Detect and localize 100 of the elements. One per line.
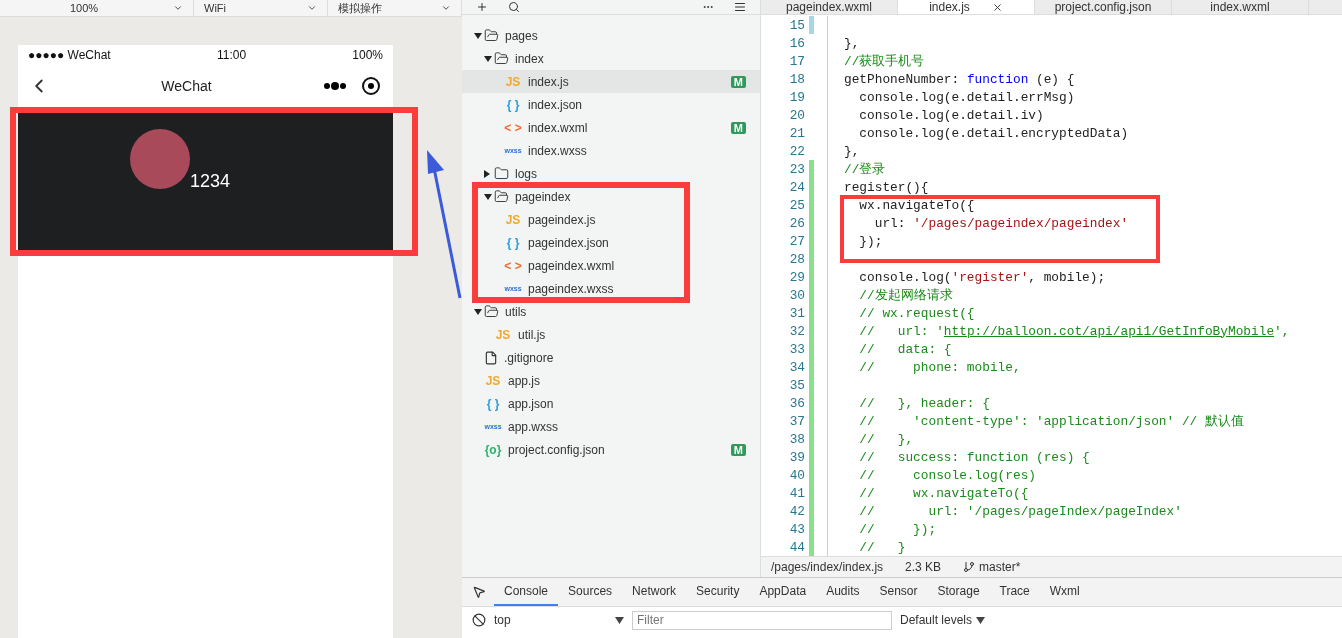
line-number: 26 bbox=[788, 215, 805, 231]
file-size: 2.3 KB bbox=[905, 560, 942, 575]
file-tree-item[interactable]: .gitignore bbox=[462, 346, 760, 369]
chevron-icon bbox=[173, 3, 183, 13]
folder-icon bbox=[494, 189, 509, 204]
code-line: // console.log(res) bbox=[858, 467, 1036, 483]
file-name: pageindex.wxss bbox=[528, 281, 615, 296]
code-line: console.log(e.detail.iv) bbox=[858, 107, 1044, 123]
caret-down-icon bbox=[484, 55, 492, 62]
line-number: 24 bbox=[788, 179, 805, 195]
file-tree-item[interactable]: pages bbox=[462, 24, 760, 47]
file-icon bbox=[484, 350, 498, 365]
line-number: 43 bbox=[788, 521, 805, 537]
line-number: 28 bbox=[788, 251, 805, 267]
file-tree-item[interactable]: < > index.wxml M bbox=[462, 116, 760, 139]
file-name: project.config.json bbox=[508, 442, 606, 457]
toolbar-dropdown[interactable]: WiFi bbox=[194, 0, 328, 16]
toolbar-dropdown[interactable]: 100% bbox=[60, 0, 194, 16]
search-icon[interactable] bbox=[508, 1, 520, 13]
devtools-tab[interactable]: Trace bbox=[989, 578, 1040, 607]
file-tree-item[interactable]: logs bbox=[462, 162, 760, 185]
file-tree-item[interactable]: pageindex bbox=[462, 185, 760, 208]
file-tree-item[interactable]: < > pageindex.wxml bbox=[462, 254, 760, 277]
code-line: }, bbox=[844, 143, 860, 159]
code-line: // wx.navigateTo({ bbox=[858, 485, 1029, 501]
devtools-tab[interactable]: Storage bbox=[927, 578, 990, 607]
code-line: //发起网络请求 bbox=[858, 286, 953, 304]
add-icon[interactable] bbox=[476, 1, 488, 13]
code-line: }); bbox=[858, 233, 883, 249]
file-tree-item[interactable]: { } app.json bbox=[462, 392, 760, 415]
devtools-tab[interactable]: Sensor bbox=[869, 578, 928, 607]
wxml-file-icon: < > bbox=[504, 258, 522, 273]
file-name: pages bbox=[505, 28, 539, 43]
file-tree-item[interactable]: {o} project.config.json M bbox=[462, 438, 760, 461]
close-icon[interactable] bbox=[991, 1, 1003, 13]
line-number: 17 bbox=[788, 53, 805, 69]
code-line: }, bbox=[844, 35, 860, 51]
editor-tab[interactable]: index.js bbox=[898, 0, 1035, 14]
line-number: 23 bbox=[788, 161, 805, 177]
code-line: // data: { bbox=[858, 341, 952, 357]
context-select[interactable]: top bbox=[494, 613, 624, 628]
code-line: // url: 'http://balloon.cot/api/api1/GetInfoByMobile', bbox=[858, 323, 1290, 339]
code-line: getPhoneNumber: function (e) { bbox=[844, 71, 1075, 87]
devtools-tab[interactable]: Network bbox=[622, 578, 687, 607]
line-number: 15 bbox=[788, 17, 805, 33]
file-name: index.wxml bbox=[528, 120, 589, 135]
file-name: pageindex.wxml bbox=[528, 258, 616, 273]
branch-icon bbox=[963, 561, 976, 574]
list-icon[interactable] bbox=[734, 1, 746, 13]
code-line: // }); bbox=[858, 521, 937, 537]
devtools-tab[interactable]: Audits bbox=[816, 578, 870, 607]
json-file-icon: { } bbox=[504, 97, 522, 112]
clear-console-icon[interactable] bbox=[472, 613, 486, 628]
line-number: 41 bbox=[788, 485, 805, 501]
folder-icon bbox=[484, 28, 499, 43]
devtools-tab[interactable]: Wxml bbox=[1039, 578, 1090, 607]
line-number: 36 bbox=[788, 395, 805, 411]
code-line: // }, header: { bbox=[858, 395, 990, 411]
caret-right-icon bbox=[484, 169, 490, 178]
battery-label: 100% bbox=[352, 48, 383, 62]
file-tree-item[interactable]: JS app.js bbox=[462, 369, 760, 392]
line-number: 25 bbox=[788, 197, 805, 213]
devtools-tab[interactable]: Sources bbox=[558, 578, 623, 607]
file-tree-item[interactable]: JS pageindex.js bbox=[462, 208, 760, 231]
line-number: 29 bbox=[788, 269, 805, 285]
line-number: 38 bbox=[788, 431, 805, 447]
levels-dropdown[interactable]: Default levels bbox=[900, 613, 986, 628]
chevron-icon bbox=[441, 3, 451, 13]
line-number: 22 bbox=[788, 143, 805, 159]
file-name: logs bbox=[515, 166, 538, 181]
more-icon[interactable] bbox=[323, 76, 383, 96]
code-line: // 'content-type': 'application/json' // 默认值 bbox=[858, 412, 1244, 430]
editor-tab[interactable]: project.config.json bbox=[1035, 0, 1172, 14]
folder-icon bbox=[484, 304, 499, 319]
file-name: .gitignore bbox=[504, 350, 555, 365]
js-file-icon: JS bbox=[504, 212, 522, 227]
filter-field[interactable]: Filter bbox=[632, 610, 892, 630]
caret-down-icon bbox=[484, 193, 492, 200]
file-tree-item[interactable]: JS index.js M bbox=[462, 70, 760, 93]
modified-badge: M bbox=[730, 121, 746, 134]
devtools-tab[interactable]: Console bbox=[494, 578, 559, 607]
file-tree-item[interactable]: { } index.json bbox=[462, 93, 760, 116]
file-tree-item[interactable]: index bbox=[462, 47, 760, 70]
line-number: 21 bbox=[788, 125, 805, 141]
file-tree-item[interactable]: utils bbox=[462, 300, 760, 323]
file-name: index.js bbox=[528, 74, 570, 89]
line-number: 18 bbox=[788, 71, 805, 87]
nav-title: WeChat bbox=[161, 78, 212, 94]
code-line: // success: function (res) { bbox=[858, 449, 1090, 465]
editor-tab[interactable]: index.wxml bbox=[1172, 0, 1309, 14]
js-file-icon: JS bbox=[504, 74, 522, 89]
modified-badge: M bbox=[730, 75, 746, 88]
devtools-tab[interactable]: AppData bbox=[749, 578, 817, 607]
config-file-icon: {o} bbox=[484, 442, 502, 457]
file-tree-item[interactable]: JS util.js bbox=[462, 323, 760, 346]
inspect-icon[interactable] bbox=[472, 585, 486, 600]
devtools-tab[interactable]: Security bbox=[686, 578, 750, 607]
clock-label: 11:00 bbox=[216, 48, 247, 62]
line-number: 37 bbox=[788, 413, 805, 429]
file-tree-item[interactable]: { } pageindex.json bbox=[462, 231, 760, 254]
